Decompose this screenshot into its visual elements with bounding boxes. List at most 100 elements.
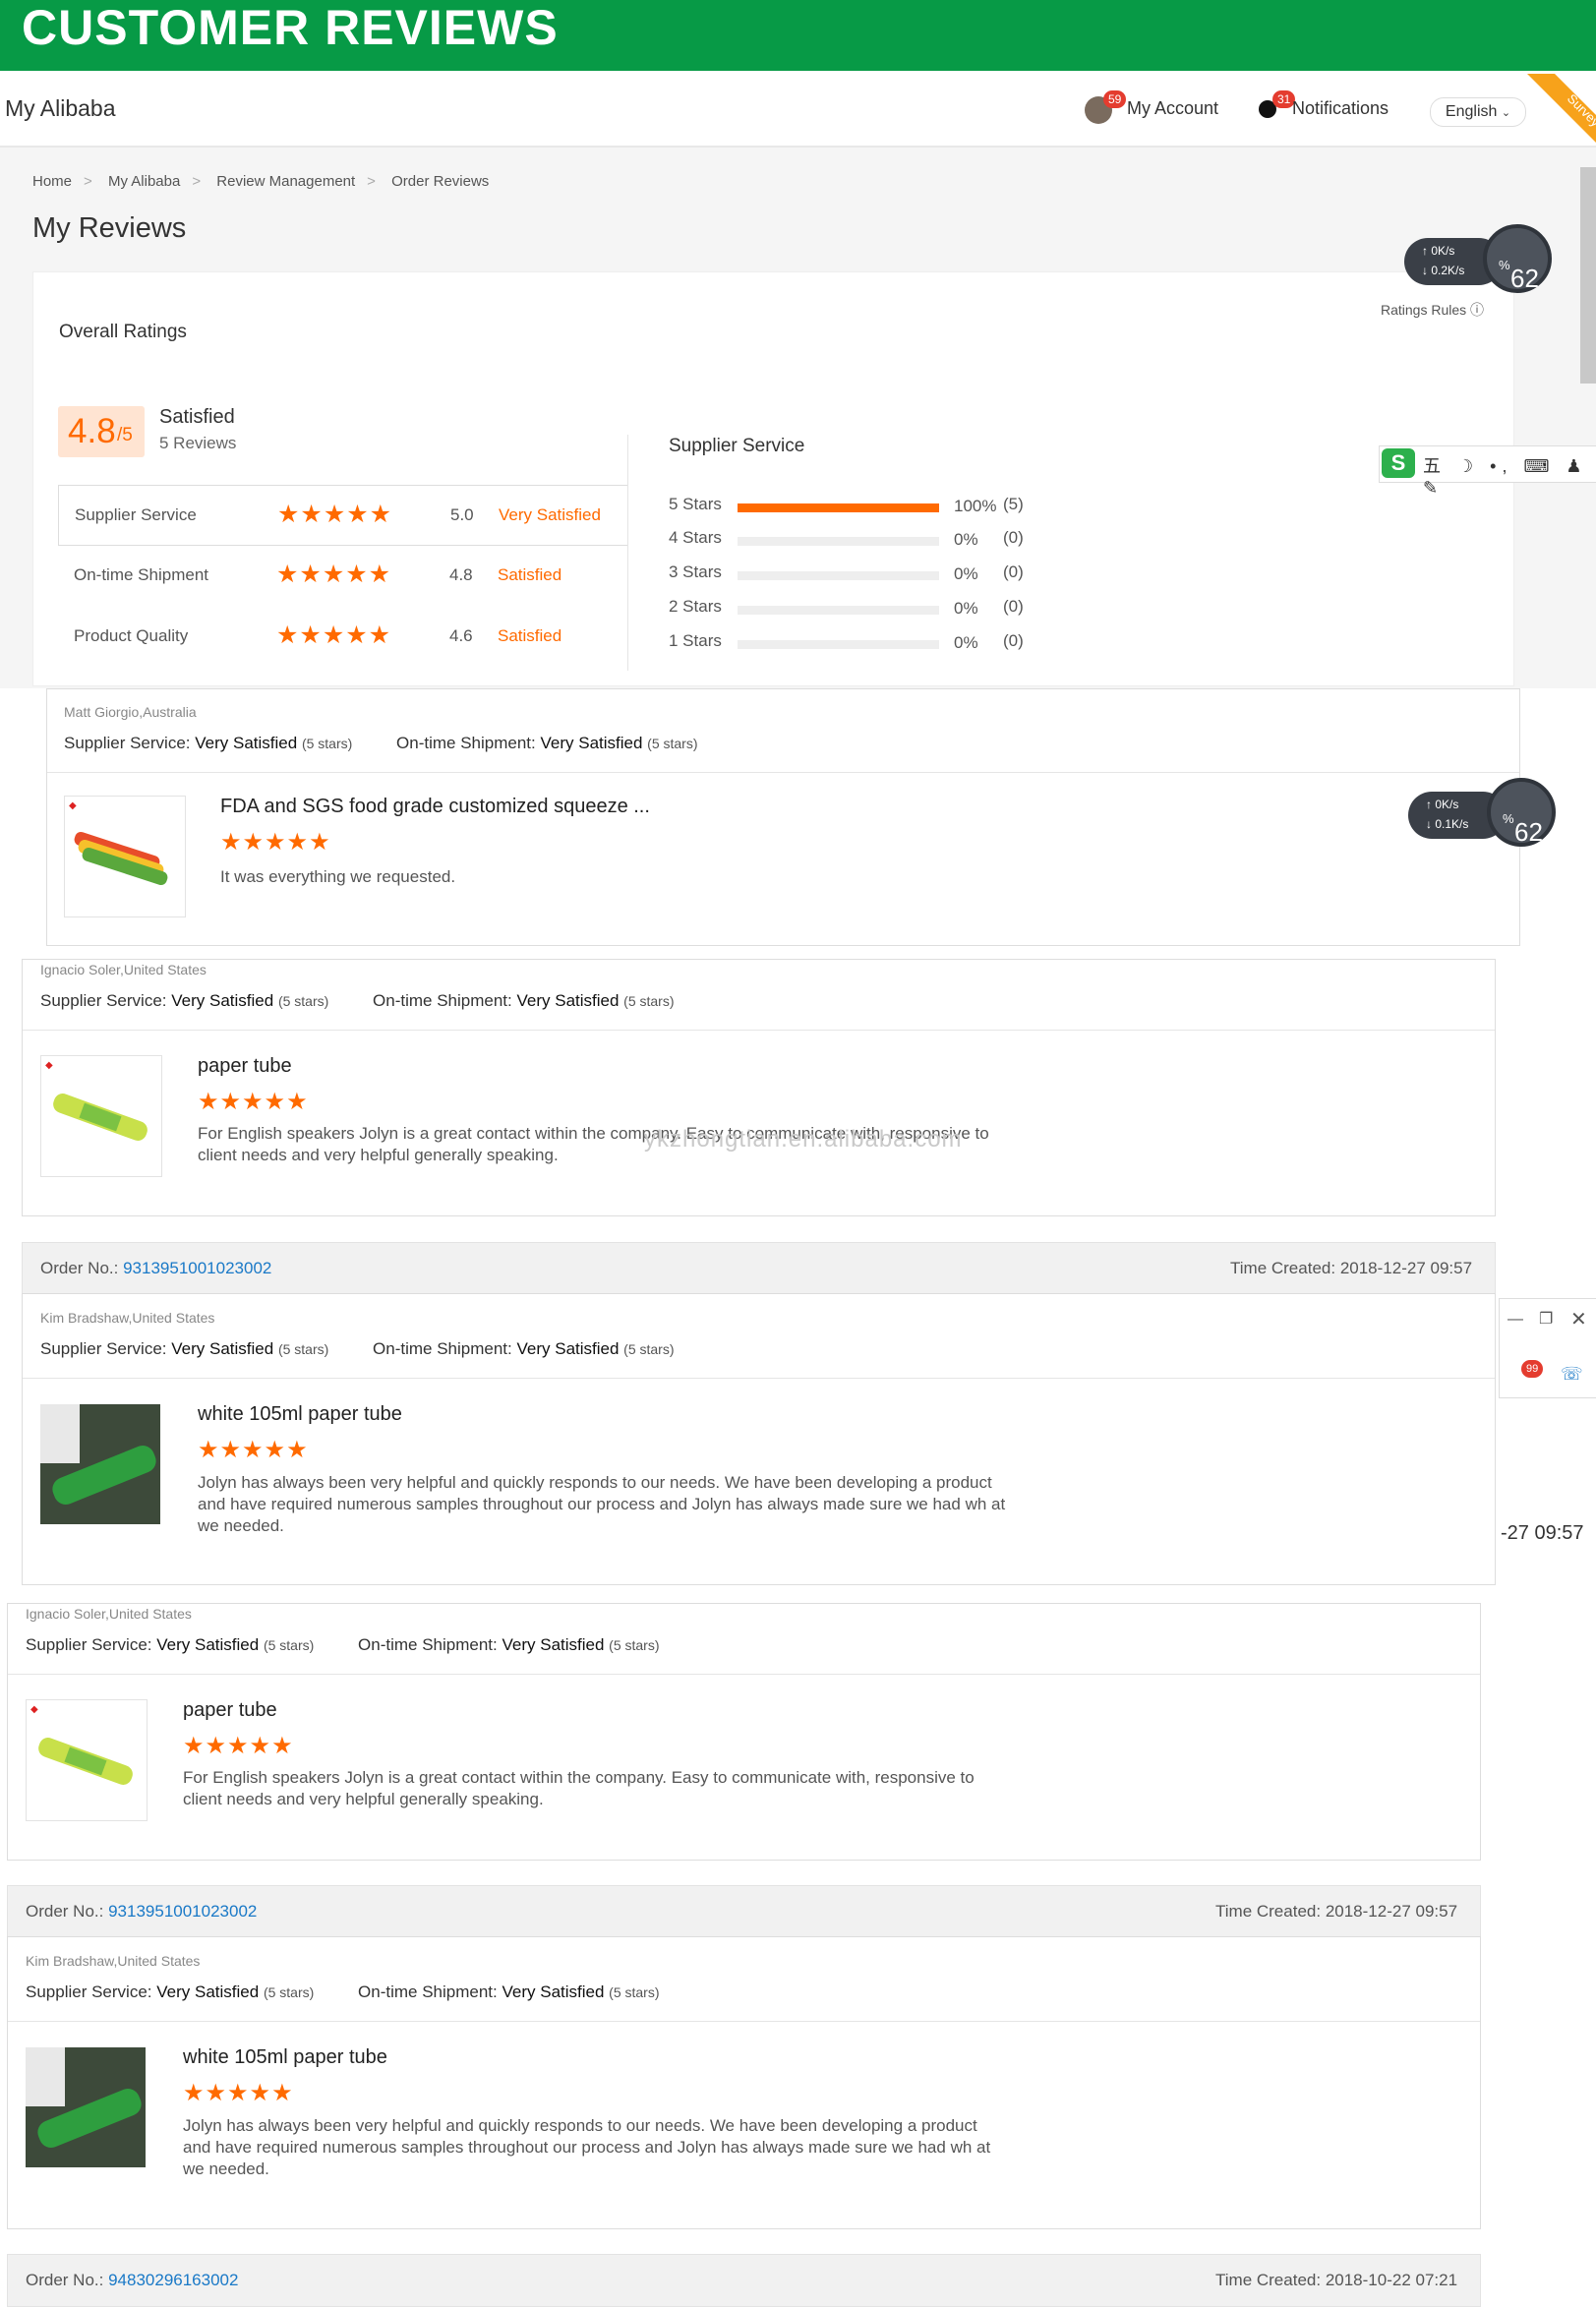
paper-tube-image: ◆ xyxy=(30,1704,133,1785)
overall-score-box: 4.8 /5 xyxy=(58,406,145,457)
review-ratings-line: Supplier Service: Very Satisfied (5 star… xyxy=(40,991,675,1010)
my-account-link[interactable]: My Account xyxy=(1127,98,1218,119)
fragment-time: -27 09:57 xyxy=(1501,1522,1584,1544)
overall-score-max: /5 xyxy=(117,425,133,445)
bar-label: 3 Stars xyxy=(669,562,722,581)
product-stars: ★★★★★ xyxy=(183,2080,294,2106)
language-select[interactable]: English ⌄ xyxy=(1430,97,1526,127)
restore-icon[interactable]: ❐ xyxy=(1539,1309,1553,1329)
download-speed: ↓ 0.1K/s xyxy=(1426,817,1469,831)
divider xyxy=(23,1378,1495,1379)
order-number-link[interactable]: 9313951001023002 xyxy=(123,1259,271,1277)
cpu-percent: 62% xyxy=(1499,258,1539,293)
bar-percent: 0% xyxy=(954,633,978,652)
time-created: Time Created: 2018-12-27 09:57 xyxy=(1230,1259,1473,1277)
review-ratings-line: Supplier Service: Very Satisfied (5 star… xyxy=(40,1339,675,1358)
notifications-link[interactable]: Notifications xyxy=(1292,98,1389,119)
order-header: Order No.: 9313951001023002 Time Created… xyxy=(22,1242,1496,1295)
chevron-right-icon: > xyxy=(367,173,376,190)
scrollbar[interactable] xyxy=(1580,167,1596,384)
bar-fill xyxy=(738,503,939,512)
download-speed: ↓ 0.2K/s xyxy=(1422,264,1465,277)
bar-percent: 100% xyxy=(954,497,997,515)
ratings-row-on-time-shipment: On-time Shipment ★★★★★ 4.8 Satisfied xyxy=(58,546,628,607)
cpu-ring: 62% xyxy=(1487,778,1556,847)
product-title[interactable]: paper tube xyxy=(183,1699,277,1722)
divider xyxy=(627,435,628,671)
bar-count: (0) xyxy=(1003,562,1024,581)
overall-score-label: Satisfied xyxy=(159,406,235,428)
minimize-icon[interactable]: — xyxy=(1507,1311,1523,1329)
ratings-rules-label: Ratings Rules xyxy=(1381,302,1467,318)
account-badge: 59 xyxy=(1103,90,1127,108)
ratings-row-supplier-service: Supplier Service ★★★★★ 5.0 Very Satisfie… xyxy=(58,485,628,546)
rating-level: Very Satisfied xyxy=(499,505,601,524)
rating-level: Satisfied xyxy=(498,626,562,645)
mail-badge: 99 xyxy=(1521,1360,1544,1378)
network-speed-widget[interactable]: ↑ 0K/s ↓ 0.2K/s 62% xyxy=(1404,224,1552,295)
reviewer-name: Ignacio Soler,United States xyxy=(40,962,207,977)
reviewer-name: Kim Bradshaw,United States xyxy=(40,1310,215,1326)
header-banner: CUSTOMER REVIEWS xyxy=(0,0,1596,71)
reviewer-name: Kim Bradshaw,United States xyxy=(26,1953,201,1969)
ime-tools-icons[interactable]: 五 ☽ •, ⌨ ♟ ✎ xyxy=(1423,452,1596,499)
product-title[interactable]: white 105ml paper tube xyxy=(198,1403,402,1426)
ratings-rules-link[interactable]: Ratings Rules ⓘ xyxy=(1381,300,1484,320)
divider xyxy=(8,2021,1480,2022)
network-speed-widget[interactable]: ↑ 0K/s ↓ 0.1K/s 62% xyxy=(1408,778,1556,849)
svg-text:◆: ◆ xyxy=(30,1704,38,1715)
review-card: Kim Bradshaw,United States Supplier Serv… xyxy=(7,1936,1481,2229)
review-text: For English speakers Jolyn is a great co… xyxy=(183,1768,975,1808)
bar-track xyxy=(738,640,939,649)
headset-icon[interactable]: ☏ xyxy=(1561,1364,1583,1385)
upload-speed: ↑ 0K/s xyxy=(1422,244,1455,258)
ime-toolbar[interactable]: S 五 ☽ •, ⌨ ♟ ✎ xyxy=(1379,445,1596,498)
overall-score: 4.8 xyxy=(68,412,116,450)
review-text: It was everything we requested. xyxy=(220,867,456,886)
cpu-ring: 62% xyxy=(1483,224,1552,293)
review-ratings-line: Supplier Service: Very Satisfied (5 star… xyxy=(64,734,698,752)
order-number-link[interactable]: 9313951001023002 xyxy=(108,1902,257,1921)
close-icon[interactable]: ✕ xyxy=(1570,1307,1587,1331)
bar-count: (5) xyxy=(1003,495,1024,513)
bar-label: 1 Stars xyxy=(669,631,722,650)
order-number: Order No.: 94830296163002 xyxy=(26,2271,239,2289)
overall-ratings-title: Overall Ratings xyxy=(59,322,187,342)
product-thumbnail[interactable]: ◆ xyxy=(64,796,186,917)
breadcrumb-my-alibaba[interactable]: My Alibaba xyxy=(108,173,180,190)
chevron-down-icon: ⌄ xyxy=(1501,107,1511,119)
time-created: Time Created: 2018-10-22 07:21 xyxy=(1215,2271,1458,2289)
review-card: Kim Bradshaw,United States Supplier Serv… xyxy=(22,1293,1496,1585)
review-ratings-line: Supplier Service: Very Satisfied (5 star… xyxy=(26,1982,660,2001)
product-thumbnail[interactable]: ◆ xyxy=(26,1699,148,1821)
order-number-link[interactable]: 94830296163002 xyxy=(108,2271,238,2289)
rating-value: 5.0 xyxy=(450,505,474,524)
product-thumbnail[interactable] xyxy=(26,2047,146,2167)
product-title[interactable]: FDA and SGS food grade customized squeez… xyxy=(220,796,650,818)
rating-stars: ★★★★★ xyxy=(276,621,392,649)
breadcrumb-review-management[interactable]: Review Management xyxy=(216,173,355,190)
bar-label: 5 Stars xyxy=(669,495,722,513)
breadcrumb-home[interactable]: Home xyxy=(32,173,72,190)
product-thumbnail[interactable] xyxy=(40,1404,160,1524)
rating-stars: ★★★★★ xyxy=(276,561,392,588)
divider xyxy=(47,772,1519,773)
bar-label: 4 Stars xyxy=(669,528,722,547)
rating-stars: ★★★★★ xyxy=(277,501,393,528)
product-thumbnail[interactable]: ◆ xyxy=(40,1055,162,1177)
brand-link[interactable]: My Alibaba xyxy=(5,95,116,122)
sogou-icon[interactable]: S xyxy=(1382,448,1415,478)
star-bar-1: 1 Stars 0% (0) xyxy=(669,631,1082,655)
product-title[interactable]: paper tube xyxy=(198,1055,292,1078)
product-title[interactable]: white 105ml paper tube xyxy=(183,2046,387,2069)
survey-ribbon[interactable]: Survey xyxy=(1527,74,1596,143)
svg-text:◆: ◆ xyxy=(45,1060,53,1071)
chevron-right-icon: > xyxy=(84,173,92,190)
star-bar-2: 2 Stars 0% (0) xyxy=(669,597,1082,621)
reviewer-name: Matt Giorgio,Australia xyxy=(64,704,197,720)
divider xyxy=(23,1030,1495,1031)
order-header: Order No.: 94830296163002 Time Created: … xyxy=(7,2254,1481,2307)
bar-track xyxy=(738,606,939,615)
star-bar-5: 5 Stars 100% (5) xyxy=(669,495,1082,518)
paper-tube-image: ◆ xyxy=(45,1060,148,1141)
